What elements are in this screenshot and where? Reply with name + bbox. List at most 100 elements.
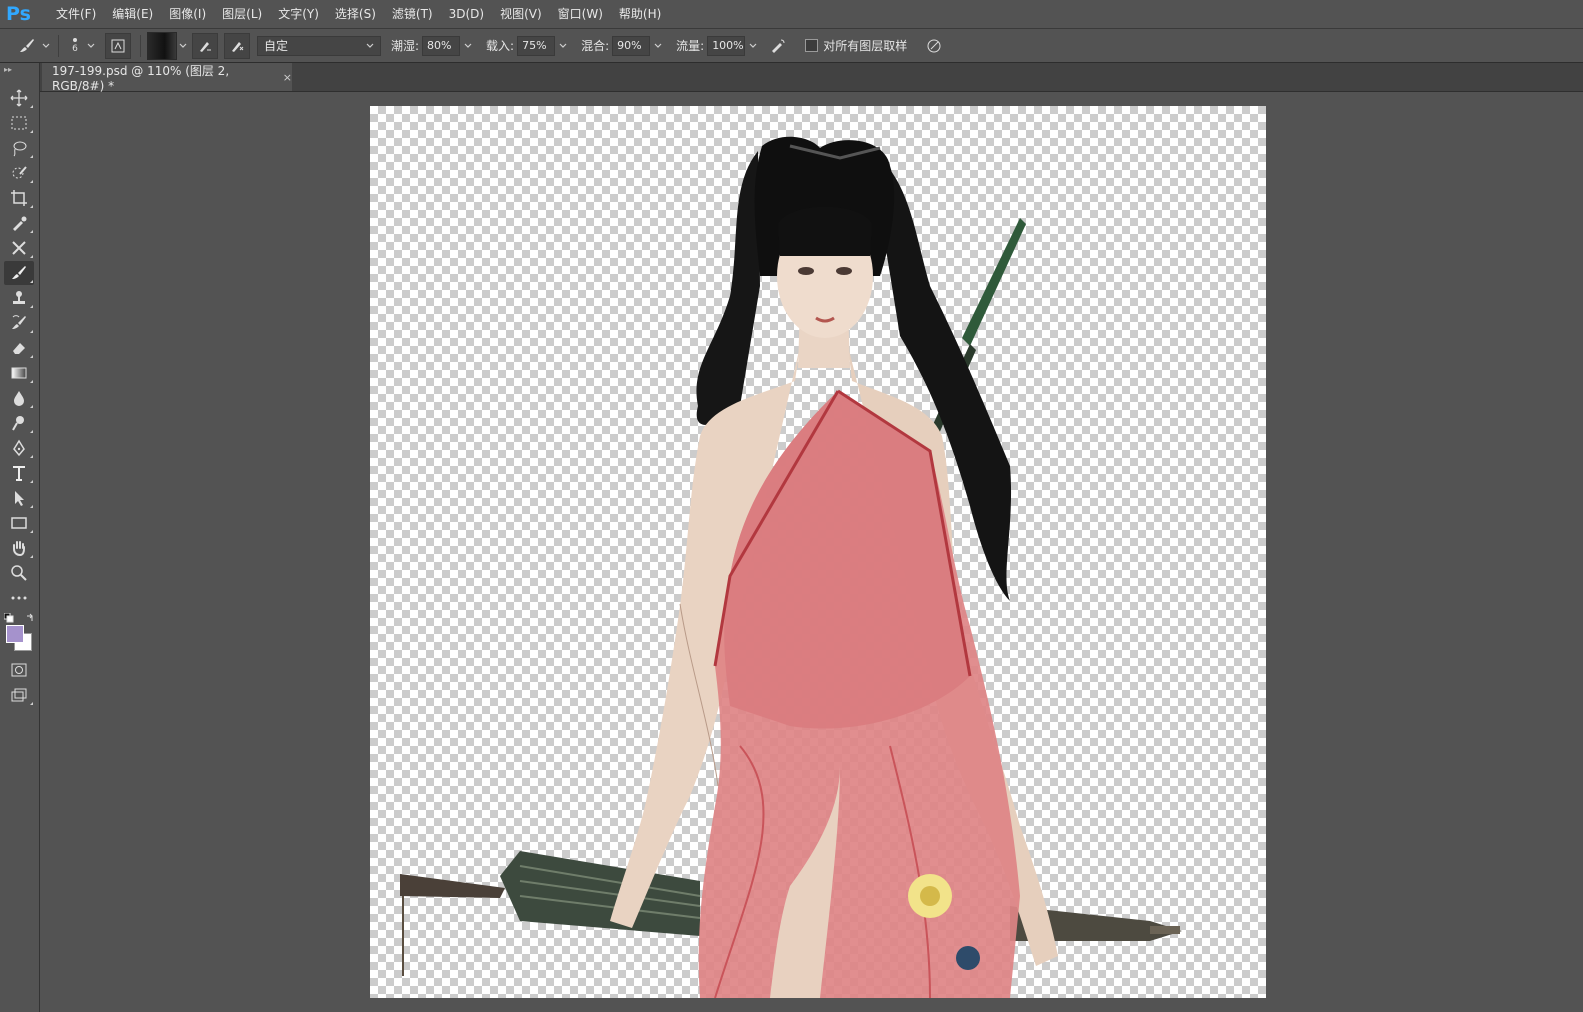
- load-brush-after-stroke-button[interactable]: [192, 32, 218, 59]
- flow-input[interactable]: 100%: [707, 35, 746, 56]
- menu-view[interactable]: 视图(V): [492, 0, 550, 28]
- eraser-tool[interactable]: [4, 336, 34, 360]
- dodge-tool[interactable]: [4, 411, 34, 435]
- current-brush-load-swatch[interactable]: [147, 31, 177, 60]
- chevron-down-icon: [654, 43, 662, 48]
- chevron-down-icon: [366, 43, 374, 48]
- sample-all-layers-label: 对所有图层取样: [823, 39, 908, 53]
- clone-stamp-tool[interactable]: [4, 286, 34, 310]
- chevron-down-icon: [42, 43, 50, 48]
- close-icon[interactable]: ×: [283, 71, 292, 84]
- path-selection-icon: [15, 491, 24, 506]
- chevron-down-icon: [464, 43, 472, 48]
- document-tab-bar: 197-199.psd @ 110% (图层 2, RGB/8#) * ×: [40, 63, 1583, 93]
- healing-brush-tool[interactable]: [4, 236, 34, 260]
- mix-dropdown[interactable]: [650, 36, 666, 56]
- menu-layer[interactable]: 图层(L): [214, 0, 270, 28]
- menu-type[interactable]: 文字(Y): [270, 0, 327, 28]
- type-icon: [13, 466, 25, 481]
- load-brush-icon: [200, 41, 211, 52]
- brush-size-value: 6: [72, 43, 78, 54]
- brush-load-dropdown[interactable]: [177, 40, 189, 52]
- quick-selection-tool[interactable]: [4, 161, 34, 185]
- foreground-color-swatch[interactable]: [6, 625, 24, 643]
- move-icon: [10, 89, 28, 107]
- history-brush-icon: [12, 315, 26, 329]
- load-dropdown[interactable]: [555, 36, 571, 56]
- swap-colors-icon[interactable]: [26, 613, 36, 623]
- brush-panel-toggle[interactable]: [105, 32, 131, 59]
- workspace: [40, 92, 1583, 1012]
- clean-brush-icon: [232, 41, 244, 52]
- flow-dropdown[interactable]: [745, 36, 761, 56]
- zoom-icon: [11, 565, 27, 581]
- zoom-tool[interactable]: [4, 561, 34, 585]
- move-tool[interactable]: [4, 86, 34, 110]
- load-label: 载入:: [486, 39, 515, 53]
- type-tool[interactable]: [4, 461, 34, 485]
- quick-mask-button[interactable]: [4, 658, 34, 682]
- clean-brush-after-stroke-button[interactable]: [224, 32, 250, 59]
- menu-select[interactable]: 选择(S): [327, 0, 384, 28]
- dodge-icon: [12, 416, 24, 431]
- brush-preset-dropdown[interactable]: [85, 40, 97, 52]
- menu-image[interactable]: 图像(I): [161, 0, 214, 28]
- flow-label: 流量:: [676, 39, 705, 53]
- menu-3d[interactable]: 3D(D): [441, 0, 492, 28]
- load-input[interactable]: 75%: [517, 35, 556, 56]
- chevron-down-icon: [749, 43, 757, 48]
- rectangle-tool[interactable]: [4, 511, 34, 535]
- tool-preset-picker[interactable]: [14, 33, 40, 59]
- eraser-icon: [13, 343, 25, 354]
- tool-preset-dropdown[interactable]: [40, 40, 52, 52]
- menu-window[interactable]: 窗口(W): [550, 0, 611, 28]
- document-tab[interactable]: 197-199.psd @ 110% (图层 2, RGB/8#) * ×: [42, 63, 292, 93]
- mixer-brush-tool[interactable]: [4, 261, 34, 285]
- quick-selection-icon: [12, 166, 27, 179]
- document-canvas[interactable]: [370, 106, 1266, 998]
- panel-collapse-grip[interactable]: ▸▸: [0, 63, 39, 75]
- rectangle-shape-icon: [11, 517, 27, 529]
- airbrush-icon: [772, 39, 785, 53]
- brush-tip-icon: [73, 37, 77, 42]
- menu-help[interactable]: 帮助(H): [611, 0, 669, 28]
- pen-tool[interactable]: [4, 436, 34, 460]
- gradient-tool[interactable]: [4, 361, 34, 385]
- wetness-dropdown[interactable]: [460, 36, 476, 56]
- rectangular-marquee-tool[interactable]: [4, 111, 34, 135]
- menu-file[interactable]: 文件(F): [48, 0, 104, 28]
- default-colors-icon[interactable]: [4, 613, 14, 623]
- separator: [58, 34, 59, 57]
- mix-input[interactable]: 90%: [612, 35, 651, 56]
- crop-icon: [11, 190, 27, 206]
- path-selection-tool[interactable]: [4, 486, 34, 510]
- mixer-preset-select[interactable]: 自定: [257, 35, 381, 56]
- lasso-icon: [13, 141, 27, 157]
- mixer-brush-icon: [12, 266, 26, 279]
- pressure-size-toggle[interactable]: [921, 33, 947, 59]
- color-swatches: [0, 611, 39, 657]
- sample-all-layers-checkbox[interactable]: [805, 39, 819, 52]
- hand-tool[interactable]: [4, 536, 34, 560]
- airbrush-toggle[interactable]: [765, 33, 791, 59]
- healing-icon: [12, 241, 26, 255]
- lasso-tool[interactable]: [4, 136, 34, 160]
- mixer-brush-icon: [20, 38, 34, 52]
- blur-tool[interactable]: [4, 386, 34, 410]
- more-tools-button[interactable]: [4, 586, 34, 610]
- menu-bar: Ps 文件(F) 编辑(E) 图像(I) 图层(L) 文字(Y) 选择(S) 滤…: [0, 0, 1583, 29]
- wetness-input[interactable]: 80%: [422, 35, 461, 56]
- brush-preset-picker[interactable]: 6: [65, 33, 85, 59]
- menu-edit[interactable]: 编辑(E): [104, 0, 161, 28]
- quick-mask-icon: [11, 663, 27, 677]
- canvas-artwork: [400, 136, 1182, 998]
- blur-drop-icon: [14, 391, 24, 406]
- menu-filter[interactable]: 滤镜(T): [384, 0, 441, 28]
- screen-mode-button[interactable]: [4, 683, 34, 707]
- history-brush-tool[interactable]: [4, 311, 34, 335]
- screen-mode-icon: [11, 688, 27, 702]
- gradient-icon: [11, 367, 27, 379]
- eyedropper-tool[interactable]: [4, 211, 34, 235]
- chevron-down-icon: [87, 43, 95, 48]
- crop-tool[interactable]: [4, 186, 34, 210]
